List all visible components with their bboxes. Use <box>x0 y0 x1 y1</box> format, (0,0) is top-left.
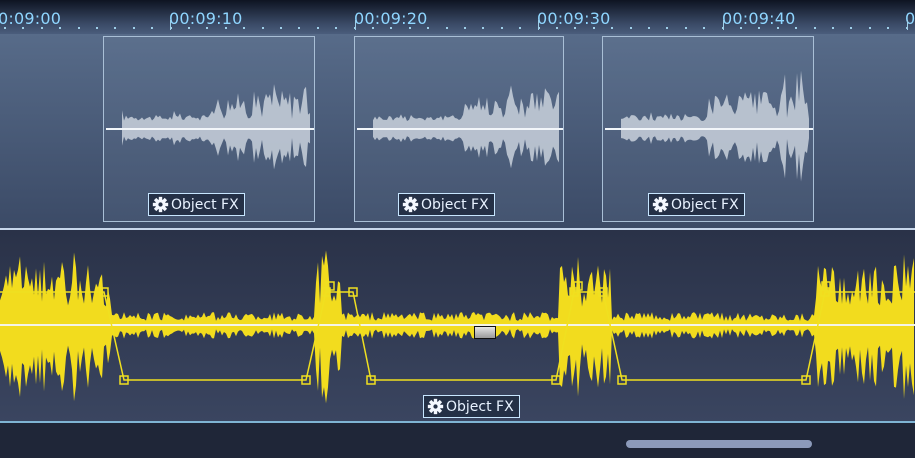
object-fx-label: Object FX <box>446 398 514 415</box>
object-fx-label: Object FX <box>171 196 239 213</box>
object-fx-button[interactable]: Object FX <box>648 193 745 216</box>
ruler-tick <box>78 27 80 29</box>
timeline-tick-label: 0:09:00 <box>0 9 62 28</box>
ruler-major-tick <box>538 20 539 30</box>
volume-handle-icon[interactable] <box>474 326 496 339</box>
ruler-tick <box>390 27 392 29</box>
ruler-tick <box>464 27 466 29</box>
ruler-tick <box>758 27 760 29</box>
ruler-tick <box>777 27 779 29</box>
ruler-major-tick <box>907 20 908 30</box>
ruler-tick <box>59 27 61 29</box>
waveform-shape <box>373 85 559 169</box>
object-fx-button[interactable]: Object FX <box>148 193 245 216</box>
timeline-ruler[interactable]: 0:09:00 00:09:10 00:09:20 00:09:30 00:09… <box>0 0 915 34</box>
ruler-major-tick <box>355 20 356 30</box>
ruler-tick <box>519 27 521 29</box>
timeline-tick-label: 00:09:20 <box>354 9 428 28</box>
gear-icon <box>152 196 169 213</box>
ruler-tick <box>556 27 558 29</box>
ruler-tick <box>188 27 190 29</box>
ruler-tick <box>795 27 797 29</box>
ruler-tick <box>96 27 98 29</box>
ruler-tick <box>225 27 227 29</box>
ruler-tick <box>41 27 43 29</box>
ruler-tick <box>446 27 448 29</box>
ruler-tick <box>206 27 208 29</box>
ruler-tick <box>593 27 595 29</box>
ruler-tick <box>703 27 705 29</box>
gear-icon <box>427 398 444 415</box>
ruler-tick <box>427 27 429 29</box>
ruler-tick <box>151 27 153 29</box>
object-fx-button[interactable]: Object FX <box>398 193 495 216</box>
timeline-tick-label: 00:09:40 <box>722 9 796 28</box>
ruler-tick <box>262 27 264 29</box>
ruler-tick <box>133 27 135 29</box>
lower-waveform <box>0 250 915 404</box>
ruler-tick <box>611 27 613 29</box>
ruler-tick <box>280 27 282 29</box>
ruler-tick <box>243 27 245 29</box>
ruler-tick <box>501 27 503 29</box>
ruler-tick <box>887 27 889 29</box>
ruler-major-tick <box>170 20 171 30</box>
ruler-tick <box>869 27 871 29</box>
ruler-tick <box>22 27 24 29</box>
gear-icon <box>652 196 669 213</box>
ruler-tick <box>372 27 374 29</box>
timeline-tick-label: 00:09:30 <box>537 9 611 28</box>
ruler-tick <box>298 27 300 29</box>
ruler-tick <box>409 27 411 29</box>
waveform-shape <box>122 84 310 170</box>
ruler-tick <box>850 27 852 29</box>
volume-envelope[interactable] <box>0 291 915 381</box>
ruler-tick <box>685 27 687 29</box>
ruler-tick <box>574 27 576 29</box>
ruler-tick <box>740 27 742 29</box>
ruler-tick <box>114 27 116 29</box>
ruler-major-tick <box>723 20 724 30</box>
ruler-tick <box>335 27 337 29</box>
ruler-tick <box>317 27 319 29</box>
gear-icon <box>402 196 419 213</box>
ruler-tick <box>666 27 668 29</box>
waveform-shape <box>621 70 809 182</box>
ruler-tick <box>648 27 650 29</box>
timeline-tick-label: 00:09:10 <box>169 9 243 28</box>
object-fx-button[interactable]: Object FX <box>423 395 520 418</box>
object-fx-label: Object FX <box>421 196 489 213</box>
ruler-tick <box>832 27 834 29</box>
object-fx-label: Object FX <box>671 196 739 213</box>
ruler-tick <box>4 27 6 29</box>
ruler-tick <box>630 27 632 29</box>
audio-editor: 0:09:00 00:09:10 00:09:20 00:09:30 00:09… <box>0 0 915 458</box>
ruler-tick <box>814 27 816 29</box>
horizontal-scrollbar[interactable] <box>626 440 812 448</box>
ruler-tick <box>482 27 484 29</box>
